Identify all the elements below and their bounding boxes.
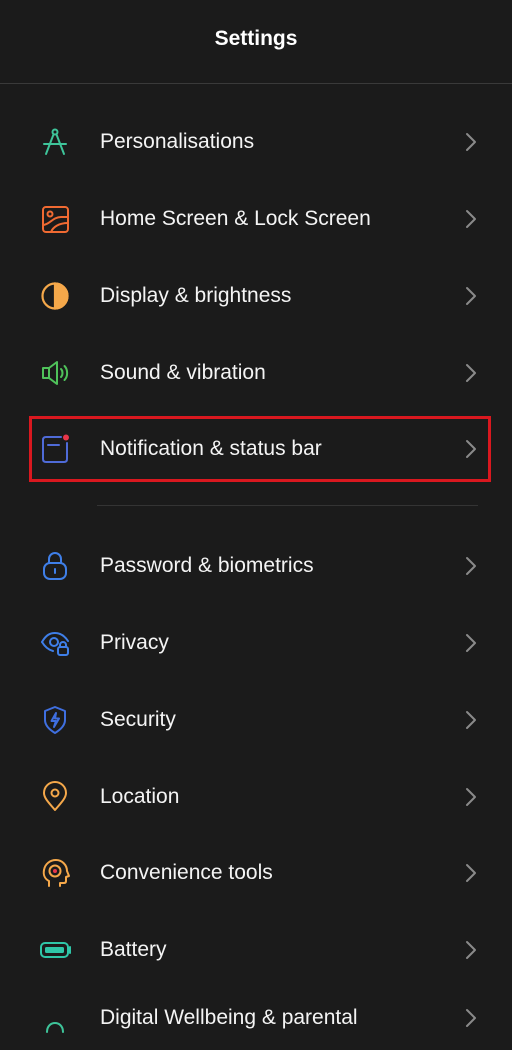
shield-icon bbox=[38, 703, 72, 737]
chevron-right-icon bbox=[464, 362, 478, 384]
chevron-right-icon bbox=[464, 555, 478, 577]
settings-item-label: Password & biometrics bbox=[100, 554, 314, 577]
chevron-right-icon bbox=[464, 285, 478, 307]
chevron-right-icon bbox=[464, 709, 478, 731]
section-divider bbox=[97, 505, 478, 506]
settings-item-digital-wellbeing[interactable]: Digital Wellbeing & parental bbox=[0, 986, 512, 1050]
chevron-right-icon bbox=[464, 438, 478, 460]
settings-item-label: Notification & status bar bbox=[100, 437, 322, 460]
app-header: Settings bbox=[0, 0, 512, 84]
chevron-right-icon bbox=[464, 131, 478, 153]
settings-item-label: Sound & vibration bbox=[100, 361, 266, 384]
settings-item-password-biometrics[interactable]: Password & biometrics bbox=[0, 534, 512, 598]
settings-item-label: Battery bbox=[100, 938, 167, 961]
settings-item-security[interactable]: Security bbox=[0, 688, 512, 752]
image-icon bbox=[38, 202, 72, 236]
settings-item-convenience-tools[interactable]: Convenience tools bbox=[0, 841, 512, 905]
settings-item-display-brightness[interactable]: Display & brightness bbox=[0, 264, 512, 328]
settings-item-label: Display & brightness bbox=[100, 284, 292, 307]
battery-icon bbox=[38, 933, 72, 967]
settings-item-label: Security bbox=[100, 708, 176, 731]
notification-icon bbox=[38, 432, 72, 466]
settings-item-label: Home Screen & Lock Screen bbox=[100, 207, 371, 230]
chevron-right-icon bbox=[464, 208, 478, 230]
settings-item-privacy[interactable]: Privacy bbox=[0, 611, 512, 675]
settings-item-battery[interactable]: Battery bbox=[0, 918, 512, 982]
settings-item-label: Personalisations bbox=[100, 130, 255, 153]
location-pin-icon bbox=[38, 780, 72, 814]
settings-item-label: Location bbox=[100, 785, 180, 808]
head-gear-icon bbox=[38, 856, 72, 890]
lock-icon bbox=[38, 549, 72, 583]
settings-item-home-lock-screen[interactable]: Home Screen & Lock Screen bbox=[0, 187, 512, 251]
contrast-icon bbox=[38, 279, 72, 313]
settings-item-label: Privacy bbox=[100, 631, 169, 654]
settings-item-sound-vibration[interactable]: Sound & vibration bbox=[0, 341, 512, 405]
settings-item-notification-status-bar[interactable]: Notification & status bar bbox=[0, 417, 512, 481]
wellbeing-icon bbox=[38, 1001, 72, 1035]
eye-lock-icon bbox=[38, 626, 72, 660]
compass-icon bbox=[38, 125, 72, 159]
settings-item-location[interactable]: Location bbox=[0, 765, 512, 829]
chevron-right-icon bbox=[464, 862, 478, 884]
page-title: Settings bbox=[214, 26, 298, 50]
chevron-right-icon bbox=[464, 939, 478, 961]
settings-item-label: Digital Wellbeing & parental bbox=[100, 1006, 358, 1029]
speaker-icon bbox=[38, 356, 72, 390]
chevron-right-icon bbox=[464, 632, 478, 654]
chevron-right-icon bbox=[464, 1007, 478, 1029]
settings-item-label: Convenience tools bbox=[100, 861, 273, 884]
settings-item-personalisations[interactable]: Personalisations bbox=[0, 110, 512, 174]
chevron-right-icon bbox=[464, 786, 478, 808]
